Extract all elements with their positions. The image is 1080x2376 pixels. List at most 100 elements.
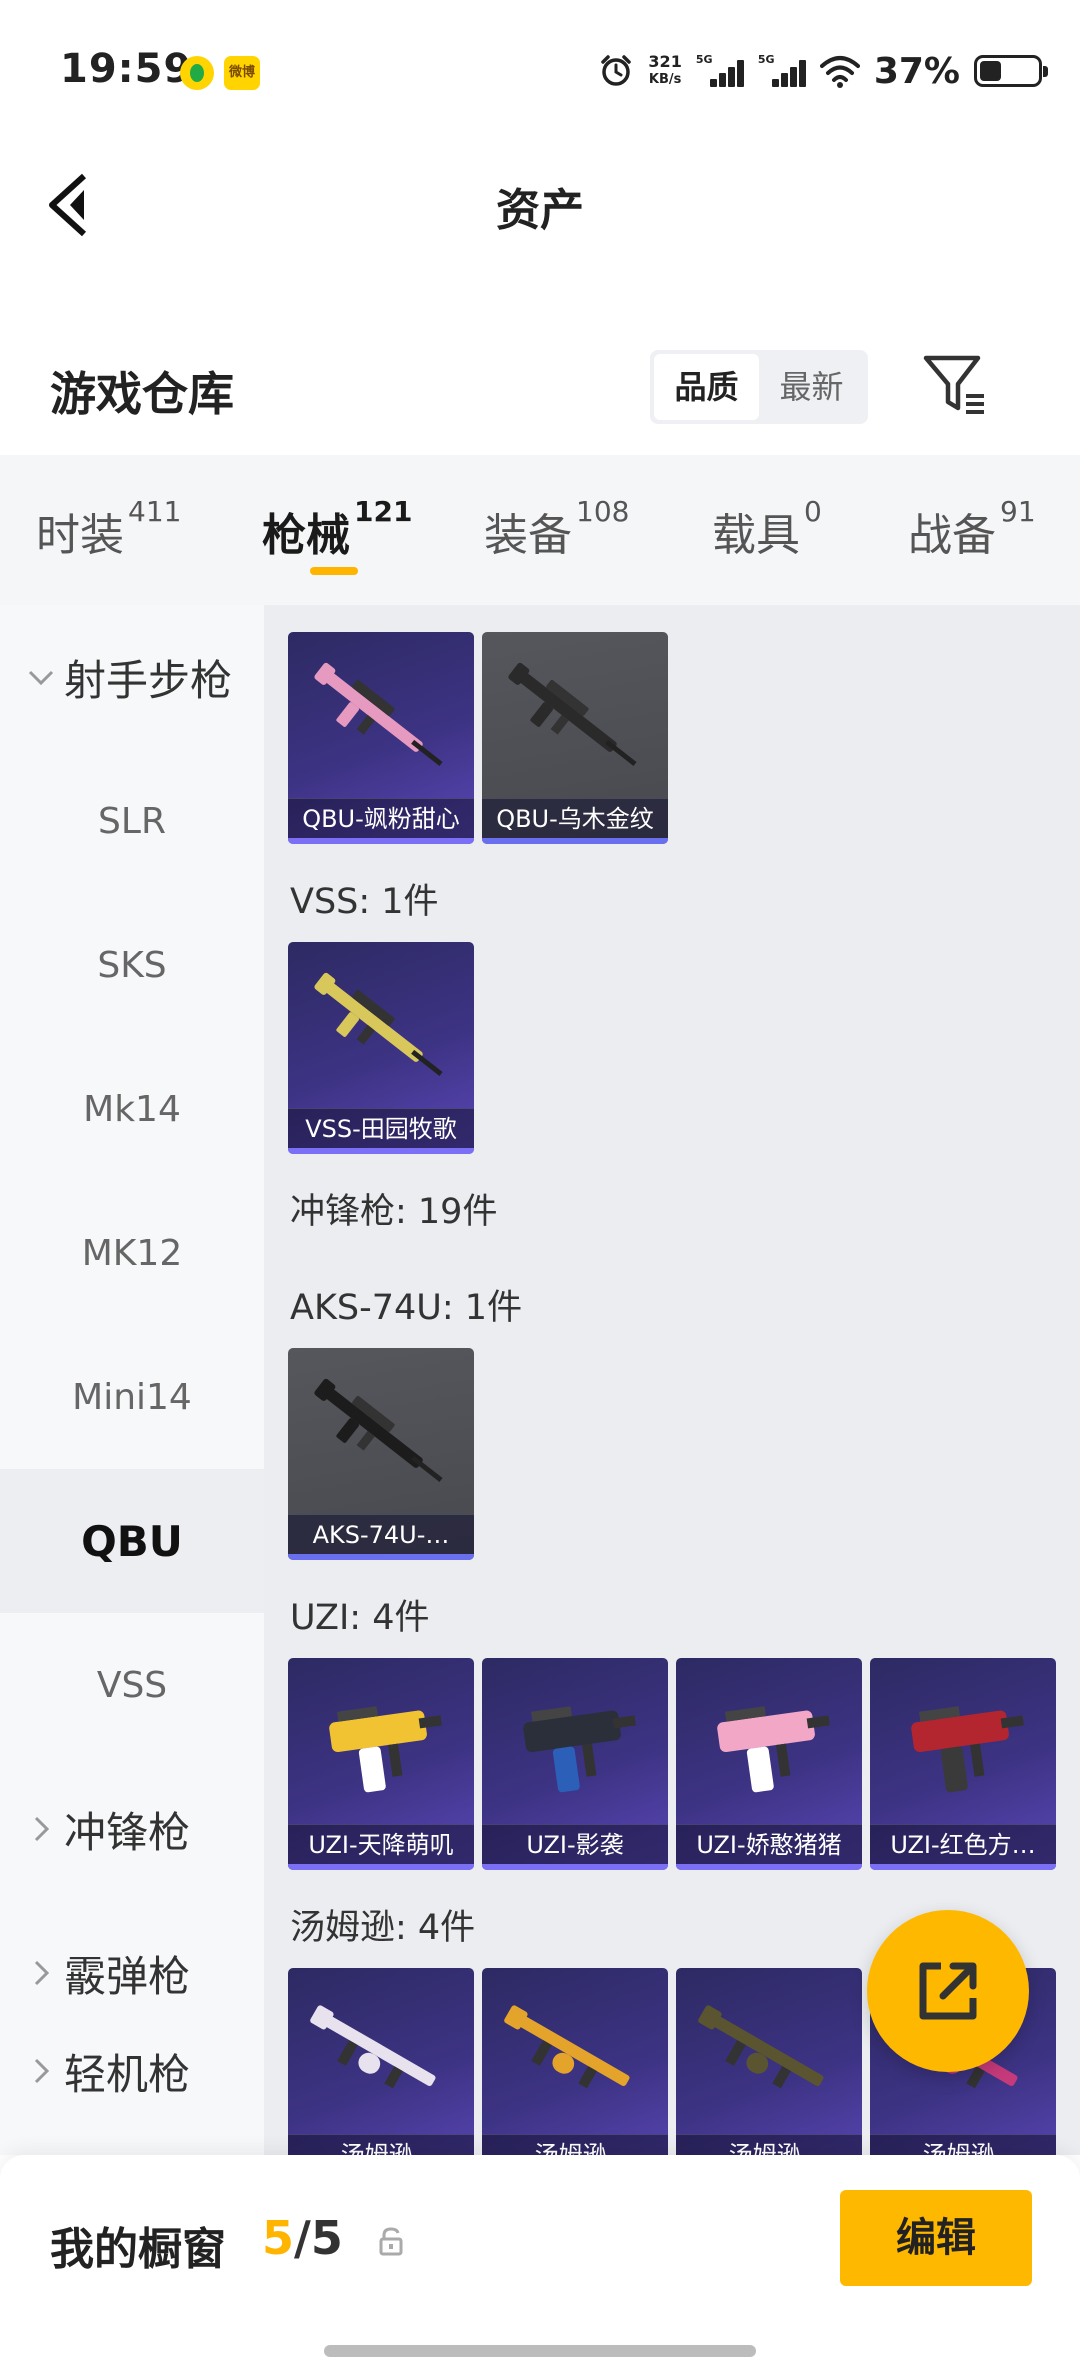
weapon-skin-name: VSS-田园牧歌 bbox=[288, 1108, 474, 1148]
signal-icon-2: 5G bbox=[758, 53, 806, 89]
network-speed-unit: KB/s bbox=[648, 72, 682, 87]
weapon-skin-name: QBU-乌木金纹 bbox=[482, 798, 668, 838]
card-rarity-bar bbox=[676, 1864, 862, 1870]
sidebar-item-vss[interactable]: VSS bbox=[0, 1613, 264, 1757]
tab-fashion[interactable]: 时装 411 bbox=[36, 495, 181, 563]
weapon-type-sidebar: 射手步枪 SLR SKS Mk14 MK12 Mini14 QBU VSS 冲锋… bbox=[0, 605, 264, 2155]
weapon-skin-card[interactable]: QBU-乌木金纹 bbox=[482, 632, 668, 844]
card-rarity-bar bbox=[288, 1864, 474, 1870]
tab-label: 载具 bbox=[712, 510, 800, 561]
showcase-count-separator: / bbox=[294, 2211, 311, 2265]
notification-app-icon bbox=[180, 56, 214, 90]
weapon-skin-card[interactable]: 汤姆逊- bbox=[482, 1968, 668, 2180]
card-rarity-bar bbox=[482, 1864, 668, 1870]
weapon-skin-card[interactable]: VSS-田园牧歌 bbox=[288, 942, 474, 1154]
weapon-skin-name: UZI-影袭 bbox=[482, 1824, 668, 1864]
alarm-icon bbox=[601, 55, 632, 86]
signal-label-2: 5G bbox=[757, 53, 775, 66]
sidebar-group-label: 冲锋枪 bbox=[64, 1807, 191, 1857]
uzi-heading: UZI: 4件 bbox=[290, 1598, 430, 1638]
tab-label: 战备 bbox=[908, 510, 996, 561]
aks-heading: AKS-74U: 1件 bbox=[290, 1288, 523, 1328]
weibo-app-icon: 微博 bbox=[224, 56, 260, 90]
weapon-skin-card[interactable]: QBU-飒粉甜心 bbox=[288, 632, 474, 844]
vss-heading: VSS: 1件 bbox=[290, 882, 439, 922]
lock-icon bbox=[379, 2227, 403, 2256]
showcase-count: 5/5 bbox=[262, 2211, 343, 2265]
showcase-count-current: 5 bbox=[262, 2211, 295, 2265]
tab-count: 0 bbox=[804, 495, 822, 528]
showcase-label: 我的橱窗 bbox=[50, 2224, 226, 2275]
sidebar-group-label: 霰弹枪 bbox=[64, 1951, 191, 2001]
sidebar-group-lmg[interactable]: 轻机枪 bbox=[0, 2011, 264, 2131]
showcase-bar: 我的橱窗 5/5 编辑 bbox=[0, 2155, 1080, 2376]
sidebar-item-mk14[interactable]: Mk14 bbox=[0, 1037, 264, 1181]
tab-label: 时装 bbox=[36, 510, 124, 561]
weapon-skin-name: UZI-天降萌叽 bbox=[288, 1824, 474, 1864]
active-tab-indicator bbox=[310, 567, 358, 575]
tab-label: 装备 bbox=[484, 510, 572, 561]
weapon-skin-card[interactable]: UZI-红色方… bbox=[870, 1658, 1056, 1870]
chevron-right-icon bbox=[34, 1960, 50, 1986]
sidebar-item-mk12[interactable]: MK12 bbox=[0, 1181, 264, 1325]
tab-firearms[interactable]: 枪械 121 bbox=[262, 495, 412, 563]
tommy-heading: 汤姆逊: 4件 bbox=[290, 1908, 476, 1948]
sidebar-group-marksman-rifle[interactable]: 射手步枪 bbox=[0, 605, 264, 749]
tab-supplies[interactable]: 战备 91 bbox=[908, 495, 1036, 563]
showcase-count-total: 5 bbox=[310, 2211, 343, 2265]
filter-icon bbox=[923, 355, 984, 414]
sort-latest-button[interactable]: 最新 bbox=[759, 354, 864, 420]
share-button[interactable] bbox=[867, 1910, 1029, 2072]
status-icons: 321 KB/s 5G 5G 37% bbox=[598, 48, 1048, 94]
sidebar-item-slr[interactable]: SLR bbox=[0, 749, 264, 893]
sidebar-group-label: 射手步枪 bbox=[64, 655, 233, 705]
tab-count: 121 bbox=[354, 495, 413, 528]
chevron-down-icon bbox=[28, 670, 54, 686]
weapon-skin-name: UZI-娇憨猪猪 bbox=[676, 1824, 862, 1864]
weapon-skin-name: AKS-74U-… bbox=[288, 1514, 474, 1554]
signal-label: 5G bbox=[695, 53, 713, 66]
weapon-skin-card[interactable]: UZI-影袭 bbox=[482, 1658, 668, 1870]
card-rarity-bar bbox=[288, 1148, 474, 1154]
tab-count: 411 bbox=[128, 495, 182, 528]
weapon-skin-card[interactable]: UZI-娇憨猪猪 bbox=[676, 1658, 862, 1870]
tab-count: 91 bbox=[1000, 495, 1036, 528]
sort-quality-button[interactable]: 品质 bbox=[654, 354, 759, 420]
sidebar-group-label: 轻机枪 bbox=[64, 2049, 191, 2099]
signal-icon: 5G bbox=[696, 53, 744, 89]
chevron-right-icon bbox=[34, 1816, 50, 1842]
weapon-skin-name: QBU-飒粉甜心 bbox=[288, 798, 474, 838]
category-tabs: 时装 411 枪械 121 装备 108 载具 0 战备 91 bbox=[0, 455, 1080, 605]
card-rarity-bar bbox=[870, 1864, 1056, 1870]
network-speed: 321 KB/s bbox=[648, 53, 681, 89]
home-indicator[interactable] bbox=[324, 2345, 756, 2357]
weapon-skin-card[interactable]: 汤姆逊- bbox=[288, 1968, 474, 2180]
sort-toggle: 品质 最新 bbox=[650, 350, 868, 424]
sidebar-item-sks[interactable]: SKS bbox=[0, 893, 264, 1037]
smg-heading: 冲锋枪: 19件 bbox=[290, 1192, 498, 1232]
card-rarity-bar bbox=[288, 838, 474, 844]
sidebar-item-mini14[interactable]: Mini14 bbox=[0, 1325, 264, 1469]
weapon-skin-card[interactable]: AKS-74U-… bbox=[288, 1348, 474, 1560]
weapon-skin-name: UZI-红色方… bbox=[870, 1824, 1056, 1864]
card-rarity-bar bbox=[288, 1554, 474, 1560]
weapon-skin-card[interactable]: UZI-天降萌叽 bbox=[288, 1658, 474, 1870]
battery-percent: 37% bbox=[873, 50, 960, 92]
filter-button[interactable] bbox=[920, 350, 990, 420]
sidebar-group-smg[interactable]: 冲锋枪 bbox=[0, 1757, 264, 1901]
chevron-right-icon bbox=[34, 2058, 50, 2084]
tab-equipment[interactable]: 装备 108 bbox=[484, 495, 629, 563]
sidebar-item-qbu[interactable]: QBU bbox=[0, 1469, 264, 1613]
network-speed-value: 321 bbox=[648, 52, 682, 71]
tab-count: 108 bbox=[576, 495, 630, 528]
card-rarity-bar bbox=[482, 838, 668, 844]
weapon-skin-card[interactable]: 汤姆逊- bbox=[676, 1968, 862, 2180]
wifi-icon bbox=[819, 56, 860, 88]
share-external-icon bbox=[919, 1962, 977, 2020]
battery-icon bbox=[974, 55, 1048, 87]
status-bar: 19:59 微博 321 KB/s 5G 5G 37% bbox=[0, 0, 1080, 135]
edit-button[interactable]: 编辑 bbox=[840, 2190, 1032, 2286]
page-title: 资产 bbox=[496, 185, 584, 236]
tab-vehicles[interactable]: 载具 0 bbox=[712, 495, 822, 563]
warehouse-title: 游戏仓库 bbox=[50, 367, 234, 421]
